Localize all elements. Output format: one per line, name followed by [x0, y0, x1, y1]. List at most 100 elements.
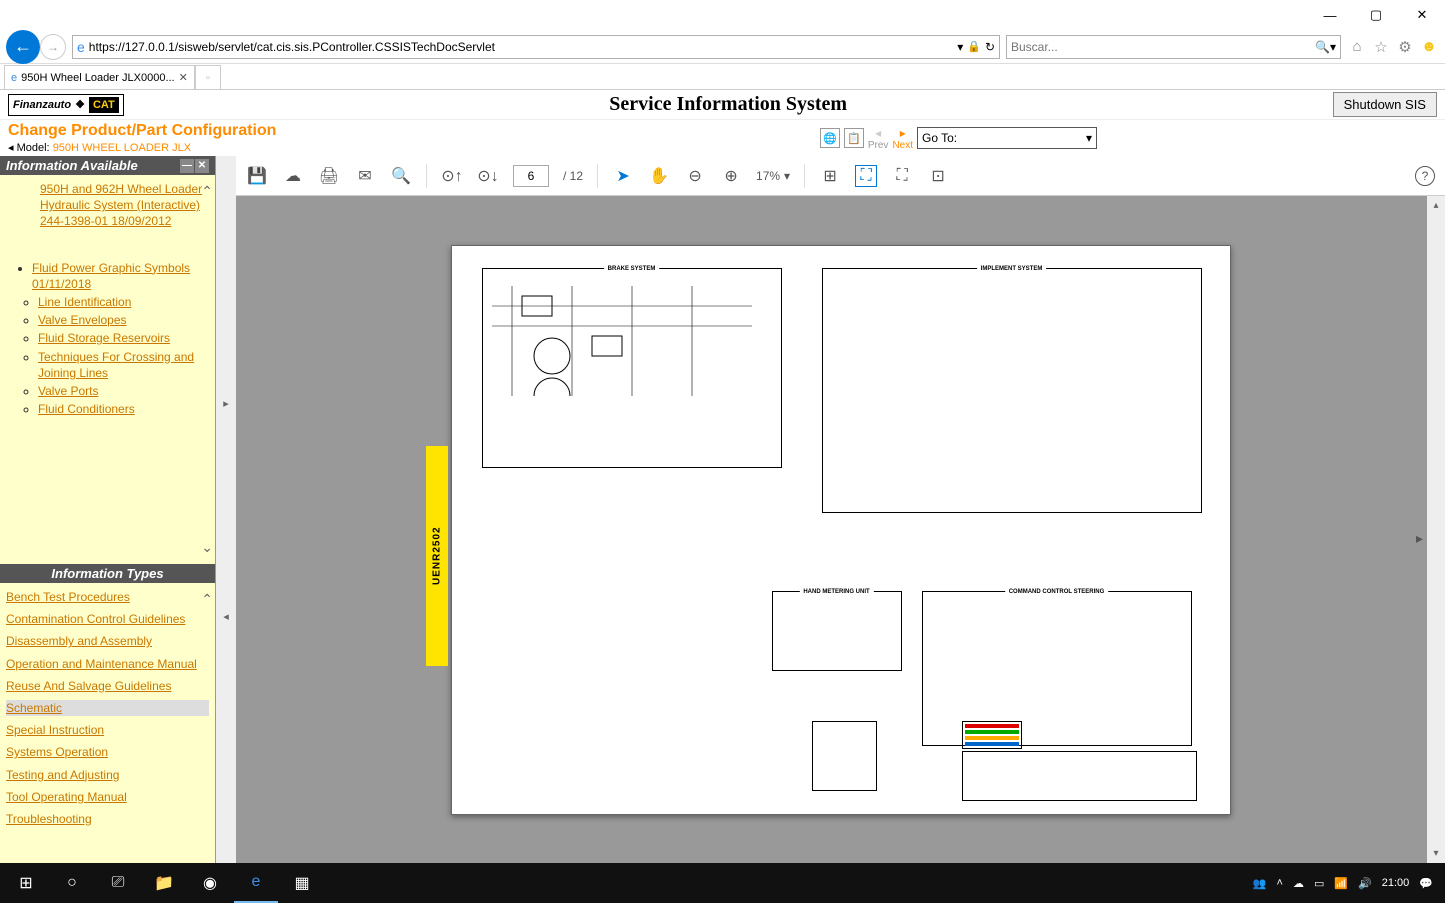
zoom-select[interactable]: 17% ▾: [756, 169, 790, 183]
email-icon[interactable]: ✉: [354, 165, 376, 187]
pdf-canvas[interactable]: UENR2502 BRAKE SYSTEM IMPLEMENT SYSTEM H…: [236, 196, 1445, 863]
fit-width-icon[interactable]: ⊞: [819, 165, 841, 187]
favorites-icon[interactable]: ☆: [1371, 37, 1391, 57]
tab-close-icon[interactable]: ✕: [179, 71, 188, 84]
scroll-up-icon[interactable]: ⌃: [201, 183, 213, 200]
collapse-left-icon[interactable]: ◂: [223, 610, 229, 623]
sub-link[interactable]: Valve Ports: [38, 383, 211, 399]
explorer-icon[interactable]: 📁: [142, 863, 186, 903]
scroll-down-icon[interactable]: ⌄: [201, 539, 213, 556]
taskview-icon[interactable]: ⎚: [96, 863, 140, 903]
sub-link[interactable]: Techniques For Crossing and Joining Line…: [38, 349, 211, 381]
next-page-arrow[interactable]: ▸: [1416, 530, 1423, 547]
type-link-schematic[interactable]: Schematic: [6, 700, 209, 716]
volume-icon[interactable]: 🔊: [1358, 877, 1372, 890]
help-icon[interactable]: ?: [1415, 166, 1435, 186]
new-tab-button[interactable]: ▫: [195, 65, 221, 89]
search-bar[interactable]: 🔍▾: [1006, 35, 1341, 59]
wifi-icon[interactable]: 📶: [1334, 877, 1348, 890]
search-icon[interactable]: 🔍: [390, 165, 412, 187]
splitter[interactable]: ▸ ◂: [216, 156, 236, 863]
tray-up-icon[interactable]: ˄: [1277, 877, 1283, 889]
type-link[interactable]: Tool Operating Manual: [6, 789, 209, 805]
type-link[interactable]: Disassembly and Assembly: [6, 633, 209, 649]
minimize-pane-icon[interactable]: —: [180, 159, 194, 173]
color-legend: [962, 721, 1022, 749]
search-icon[interactable]: 🔍▾: [1315, 40, 1336, 54]
start-button[interactable]: ⊞: [4, 863, 48, 903]
onedrive-icon[interactable]: ☁: [1293, 877, 1304, 890]
notifications-icon[interactable]: 💬: [1419, 877, 1433, 890]
page-up-icon[interactable]: ⊙↑: [441, 165, 463, 187]
page-down-icon[interactable]: ⊙↓: [477, 165, 499, 187]
fullscreen-icon[interactable]: ⛶: [891, 165, 913, 187]
scroll-up-icon[interactable]: ⌃: [201, 591, 213, 608]
change-product-link[interactable]: Change Product/Part Configuration: [8, 122, 276, 140]
fit-page-icon[interactable]: ⛶: [855, 165, 877, 187]
fluid-power-link[interactable]: Fluid Power Graphic Symbols 01/11/2018: [32, 260, 211, 292]
viewer-scrollbar[interactable]: ▴ ▾: [1427, 196, 1445, 863]
cortana-icon[interactable]: ○: [50, 863, 94, 903]
close-button[interactable]: ✕: [1399, 0, 1445, 30]
back-button[interactable]: ←: [6, 30, 40, 64]
type-link[interactable]: Testing and Adjusting: [6, 767, 209, 783]
app-icon[interactable]: ▦: [280, 863, 324, 903]
smiley-icon[interactable]: ☻: [1419, 37, 1439, 57]
cloud-icon[interactable]: ☁: [282, 165, 304, 187]
settings-icon[interactable]: ⚙: [1395, 37, 1415, 57]
pane-title: Information Available: [6, 158, 138, 173]
clock[interactable]: 21:00: [1382, 877, 1410, 889]
model-label: Model:: [17, 142, 50, 154]
type-link[interactable]: Reuse And Salvage Guidelines: [6, 678, 209, 694]
save-icon[interactable]: 💾: [246, 165, 268, 187]
window-titlebar: — ▢ ✕: [0, 0, 1445, 30]
sub-link[interactable]: Fluid Conditioners: [38, 401, 211, 417]
page-input[interactable]: [513, 165, 549, 187]
prev-button[interactable]: Prev: [868, 140, 889, 151]
print-icon[interactable]: 🖨: [318, 165, 340, 187]
chrome-icon[interactable]: ◉: [188, 863, 232, 903]
copy-icon[interactable]: 📋: [844, 128, 864, 148]
type-link[interactable]: Contamination Control Guidelines: [6, 611, 209, 627]
type-link[interactable]: Troubleshooting: [6, 811, 209, 827]
scroll-down-icon[interactable]: ▾: [1433, 848, 1438, 859]
home-icon[interactable]: ⌂: [1347, 37, 1367, 57]
type-link[interactable]: Operation and Maintenance Manual: [6, 656, 209, 672]
type-link[interactable]: Systems Operation: [6, 744, 209, 760]
separator: [804, 164, 805, 188]
hydraulic-system-link[interactable]: 950H and 962H Wheel Loader Hydraulic Sys…: [40, 181, 211, 230]
sub-link[interactable]: Valve Envelopes: [38, 312, 211, 328]
close-pane-icon[interactable]: ✕: [195, 159, 209, 173]
rotate-icon[interactable]: ⊡: [927, 165, 949, 187]
refresh-icon[interactable]: ↻: [985, 40, 995, 54]
goto-select[interactable]: Go To: ▾: [917, 127, 1097, 149]
zoom-out-icon[interactable]: ⊖: [684, 165, 706, 187]
back-caret-icon[interactable]: ◂: [8, 142, 14, 154]
url-input[interactable]: [89, 40, 953, 54]
forward-button[interactable]: →: [40, 34, 66, 60]
next-button[interactable]: Next: [892, 140, 913, 151]
globe-icon[interactable]: 🌐: [820, 128, 840, 148]
type-link[interactable]: Bench Test Procedures: [6, 589, 209, 605]
shutdown-button[interactable]: Shutdown SIS: [1333, 92, 1437, 117]
pointer-icon[interactable]: ➤: [612, 165, 634, 187]
minimize-button[interactable]: —: [1307, 0, 1353, 30]
sub-link[interactable]: Fluid Storage Reservoirs: [38, 330, 211, 346]
tab-active[interactable]: e 950H Wheel Loader JLX0000... ✕: [4, 65, 195, 89]
type-link[interactable]: Special Instruction: [6, 722, 209, 738]
people-icon[interactable]: 👥: [1253, 877, 1267, 890]
address-bar[interactable]: e ▾ 🔒 ↻: [72, 35, 1000, 59]
battery-icon[interactable]: ▭: [1314, 877, 1324, 890]
system-tray: 👥 ˄ ☁ ▭ 📶 🔊 21:00 💬: [1253, 877, 1441, 890]
search-input[interactable]: [1011, 40, 1315, 54]
page-title: Service Information System: [609, 93, 847, 116]
maximize-button[interactable]: ▢: [1353, 0, 1399, 30]
zoom-in-icon[interactable]: ⊕: [720, 165, 742, 187]
ie-taskbar-icon[interactable]: e: [234, 863, 278, 903]
sub-link[interactable]: Line Identification: [38, 294, 211, 310]
hand-icon[interactable]: ✋: [648, 165, 670, 187]
info-types-list: ⌃ Bench Test Procedures Contamination Co…: [0, 583, 215, 863]
expand-right-icon[interactable]: ▸: [223, 397, 229, 410]
dropdown-icon[interactable]: ▾: [957, 40, 963, 54]
scroll-up-icon[interactable]: ▴: [1433, 200, 1438, 211]
